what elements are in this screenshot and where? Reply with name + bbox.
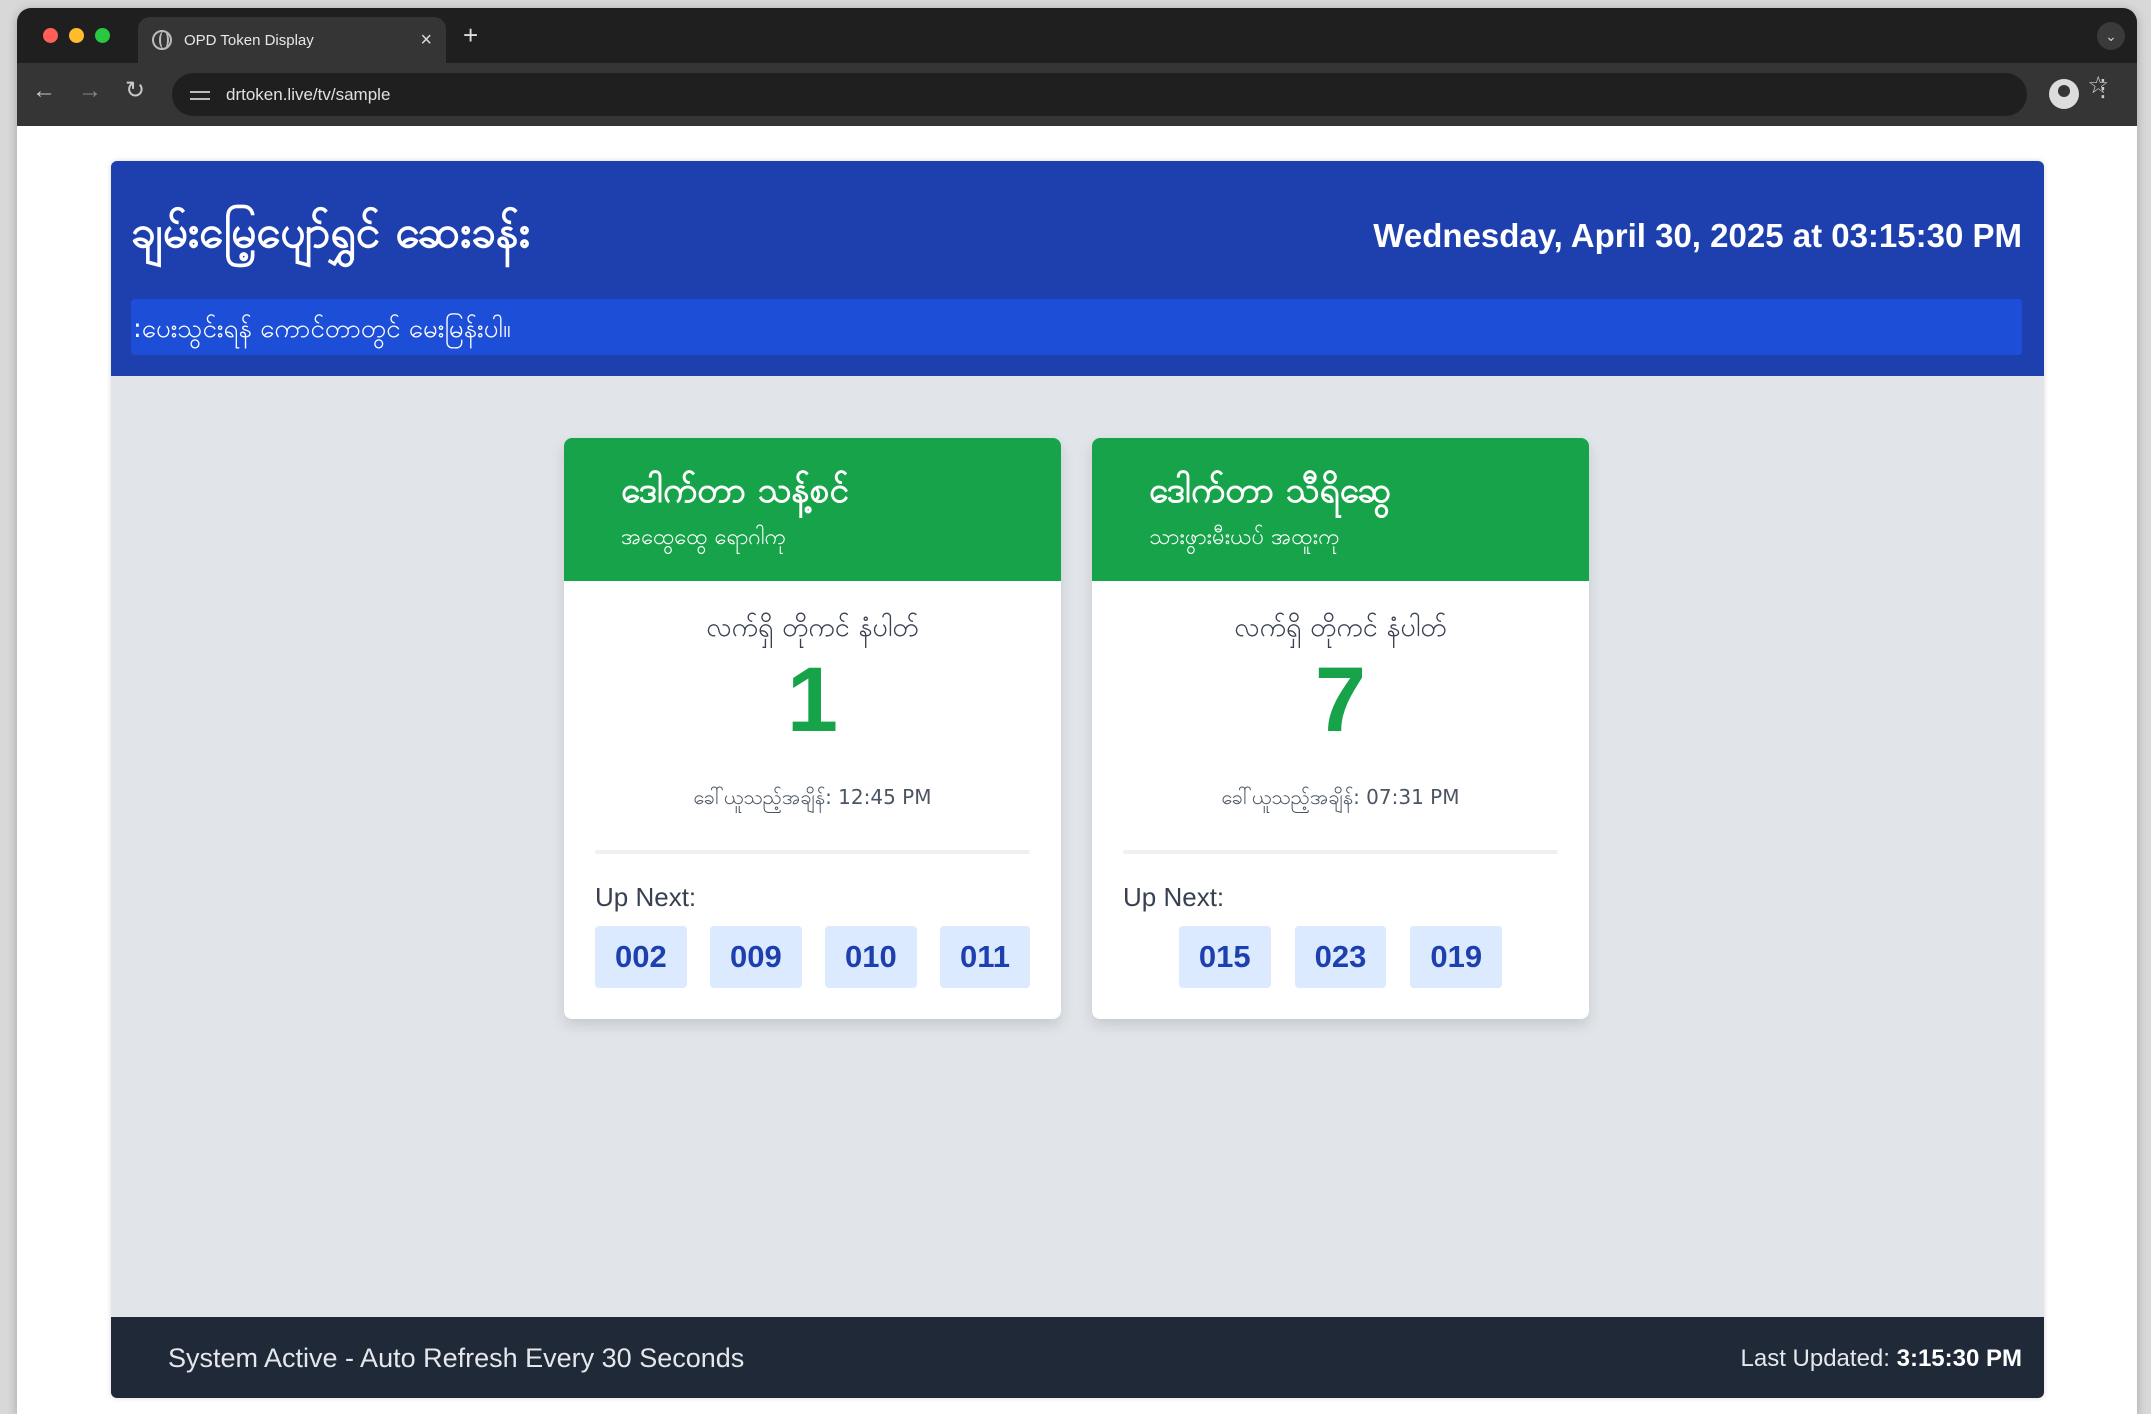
close-window-button[interactable] [43,28,58,43]
current-token-number: 7 [1314,649,1367,751]
status-footer: System Active - Auto Refresh Every 30 Se… [111,1317,2044,1398]
display-header: ချမ်းမြေ့ပျော်ရွှင် ဆေးခန်း Wednesday, A… [111,161,2044,376]
divider [595,850,1030,854]
up-next-label: Up Next: [1123,882,1225,912]
up-next-label: Up Next: [595,882,697,912]
up-next-token: 023 [1294,926,1387,988]
last-updated-label: Last Updated: [1740,1345,1890,1372]
kebab-menu-icon[interactable]: ⋮ [2091,77,2115,101]
system-status: System Active - Auto Refresh Every 30 Se… [168,1343,745,1373]
up-next-token: 010 [824,926,917,988]
site-settings-icon[interactable] [190,87,212,103]
doctor-card: ဒေါက်တာ သီရိဆွေ သားဖွားမီးယပ် အထူးကု လက်… [1092,438,1589,1019]
reload-icon[interactable]: ↻ [125,79,145,103]
clinic-name: ချမ်းမြေ့ပျော်ရွှင် ဆေးခန်း [131,207,530,258]
up-next-list: 002 009 010 011 [595,926,1030,988]
up-next-token: 015 [1178,926,1271,988]
url-text[interactable]: drtoken.live/tv/sample [226,85,390,105]
close-icon[interactable]: × [420,30,432,50]
plus-icon[interactable]: + [463,22,478,48]
doctor-card-header: ဒေါက်တာ သီရိဆွေ သားဖွားမီးယပ် အထူးကု [1092,438,1589,581]
chevron-down-icon[interactable]: ⌄ [2097,22,2125,50]
doctor-specialty: အထွေထွေ ရောဂါကု [621,525,787,550]
browser-window: OPD Token Display × + ⌄ ← → ↻ drtoken.li… [17,8,2137,1414]
divider [1123,850,1558,854]
profile-icon[interactable] [2049,79,2079,109]
current-datetime: Wednesday, April 30, 2025 at 03:15:30 PM [1373,217,2022,254]
token-display: ချမ်းမြေ့ပျော်ရွှင် ဆေးခန်း Wednesday, A… [111,161,2044,1398]
up-next-token: 002 [595,926,687,988]
up-next-token: 019 [1410,926,1503,988]
address-bar[interactable]: drtoken.live/tv/sample [172,73,2027,116]
doctor-card: ဒေါက်တာ သန့်စင် အထွေထွေ ရောဂါကု လက်ရှိ တ… [564,438,1061,1019]
page-viewport: ချမ်းမြေ့ပျော်ရွှင် ဆေးခန်း Wednesday, A… [17,126,2137,1414]
up-next-token: 011 [939,926,1030,988]
current-token-label: လက်ရှိ တိုကင် နံပါတ် [1234,612,1447,643]
called-time: ခေါ်ယူသည့်အချိန်: 07:31 PM [1221,785,1460,809]
tab-title: OPD Token Display [184,31,314,49]
current-token-label: လက်ရှိ တိုကင် နံပါတ် [706,612,919,643]
up-next-list: 015 023 019 [1123,926,1558,988]
called-time: ခေါ်ယူသည့်အချိန်: 12:45 PM [693,785,932,809]
forward-arrow-icon[interactable]: → [78,79,102,103]
maximize-window-button[interactable] [95,28,110,43]
doctor-name: ဒေါက်တာ သီရိဆွေ [1149,471,1392,511]
doctor-name: ဒေါက်တာ သန့်စင် [621,471,849,511]
tab-strip: OPD Token Display × + ⌄ [17,8,2137,63]
current-token-number: 1 [786,649,839,751]
doctor-card-header: ဒေါက်တာ သန့်စင် အထွေထွေ ရောဂါကု [564,438,1061,581]
last-updated-time: 3:15:30 PM [1896,1345,2022,1372]
globe-icon [152,30,172,50]
notice-bar: :ပေးသွင်းရန် ကောင်တာတွင် မေးမြန်းပါ။ [131,299,2022,355]
minimize-window-button[interactable] [69,28,84,43]
doctor-specialty: သားဖွားမီးယပ် အထူးကု [1149,525,1340,550]
back-arrow-icon[interactable]: ← [32,79,56,103]
last-updated: Last Updated: 3:15:30 PM [1741,1345,2023,1373]
browser-toolbar: ← → ↻ drtoken.live/tv/sample ☆ ⋮ [17,63,2137,126]
notice-text: :ပေးသွင်းရန် ကောင်တာတွင် မေးမြန်းပါ။ [133,314,511,344]
up-next-token: 009 [709,926,802,988]
browser-tab[interactable]: OPD Token Display × [138,17,446,63]
